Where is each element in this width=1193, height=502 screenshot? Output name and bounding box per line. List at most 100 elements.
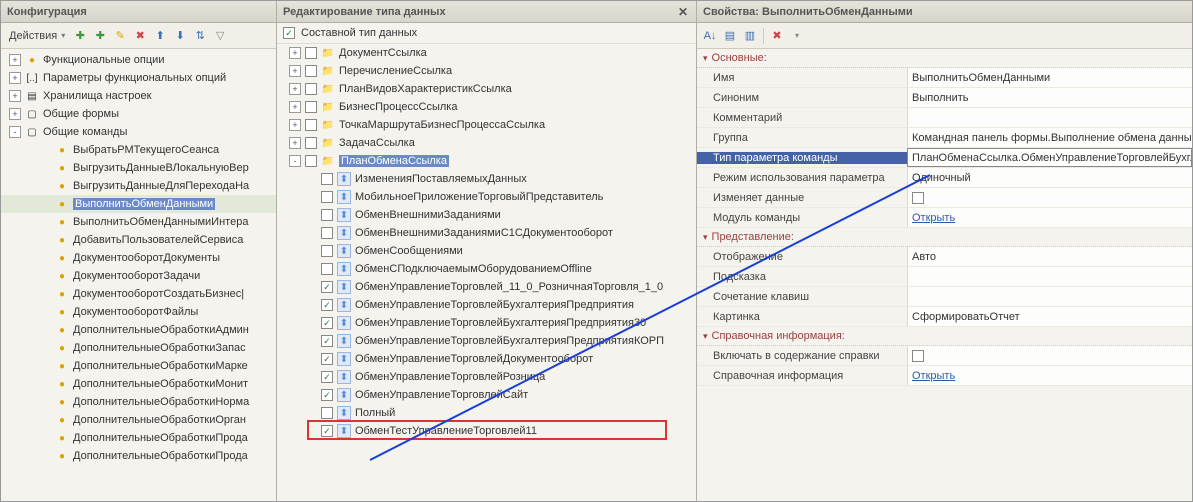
item-checkbox[interactable]: ✓ (321, 299, 333, 311)
expand-icon[interactable]: + (289, 137, 301, 149)
type-item[interactable]: ✓⬍ОбменУправлениеТорговлейБухгалтерияПре… (277, 296, 696, 314)
filter-icon[interactable]: ▽ (211, 27, 229, 45)
changes-data-checkbox[interactable] (912, 192, 924, 204)
tree-item[interactable]: ●ДополнительныеОбработкиПрода (1, 429, 276, 447)
tree-item[interactable]: ●ДополнительныеОбработкиОрган (1, 411, 276, 429)
module-open-link[interactable]: Открыть (912, 212, 955, 224)
tree-item[interactable]: -▢Общие команды (1, 123, 276, 141)
section-main[interactable]: Основные: (697, 49, 1192, 68)
prop-value-param-type[interactable]: ПланОбменаСсылка.ОбменУправлениеТорговле… (907, 148, 1192, 167)
prop-value-display[interactable]: Авто (907, 247, 1192, 266)
type-item[interactable]: ⬍ОбменВнешнимиЗаданиями (277, 206, 696, 224)
tree-item[interactable]: ●ДополнительныеОбработкиАдмин (1, 321, 276, 339)
tree-item[interactable]: +▢Общие формы (1, 105, 276, 123)
prop-value-name[interactable]: ВыполнитьОбменДанными (907, 68, 1192, 87)
tree-item[interactable]: ●ВыбратьРМТекущегоСеанса (1, 141, 276, 159)
item-checkbox[interactable] (321, 191, 333, 203)
tree-item[interactable]: ●ВыполнитьОбменДанными (1, 195, 276, 213)
prop-value-include-help[interactable] (907, 346, 1192, 365)
close-icon[interactable]: ✕ (676, 5, 690, 19)
prop-value-group[interactable]: Командная панель формы.Выполнение обмена… (907, 128, 1192, 147)
type-item[interactable]: ⬍ОбменСообщениями (277, 242, 696, 260)
type-folder[interactable]: +📁ПланВидовХарактеристикСсылка (277, 80, 696, 98)
type-item[interactable]: ⬍ОбменВнешнимиЗаданиямиС1СДокументооборо… (277, 224, 696, 242)
include-help-checkbox[interactable] (912, 350, 924, 362)
datatype-tree[interactable]: +📁ДокументСсылка+📁ПеречислениеСсылка+📁Пл… (277, 44, 696, 501)
add-child-icon[interactable]: ✚ (91, 27, 109, 45)
prop-value-picture[interactable]: СформироватьОтчет (907, 307, 1192, 326)
tree-item[interactable]: ●ДокументооборотФайлы (1, 303, 276, 321)
edit-icon[interactable]: ✎ (111, 27, 129, 45)
type-folder[interactable]: +📁ПеречислениеСсылка (277, 62, 696, 80)
tree-item[interactable]: ●ДополнительныеОбработкиМаркe (1, 357, 276, 375)
tree-item[interactable]: ●ДополнительныеОбработкиМонит (1, 375, 276, 393)
help-open-link[interactable]: Открыть (912, 370, 955, 382)
section-presentation[interactable]: Представление: (697, 228, 1192, 247)
tree-item[interactable]: ●ДокументооборотЗадачи (1, 267, 276, 285)
folder-checkbox[interactable] (305, 119, 317, 131)
tree-item[interactable]: ●ДополнительныеОбработкиПрода (1, 447, 276, 465)
item-checkbox[interactable] (321, 245, 333, 257)
prop-value-changes-data[interactable] (907, 188, 1192, 207)
down-icon[interactable]: ⬇ (171, 27, 189, 45)
collapse-icon[interactable]: - (9, 126, 21, 138)
folder-checkbox[interactable] (305, 65, 317, 77)
type-item[interactable]: ✓⬍ОбменУправлениеТорговлейСайт (277, 386, 696, 404)
collapse-icon[interactable]: - (289, 155, 301, 167)
config-tree[interactable]: +●Функциональные опции+[..]Параметры фун… (1, 49, 276, 501)
categorize-icon[interactable]: ▤ (721, 27, 739, 45)
expand-icon[interactable]: + (289, 119, 301, 131)
prop-value-usage[interactable]: Одиночный (907, 168, 1192, 187)
item-checkbox[interactable] (321, 263, 333, 275)
sort-az-icon[interactable]: A↓ (701, 27, 719, 45)
folder-checkbox[interactable] (305, 101, 317, 113)
tree-item[interactable]: ●ВыгрузитьДанныеВЛокальнуюВер (1, 159, 276, 177)
expand-icon[interactable]: + (289, 65, 301, 77)
item-checkbox[interactable] (321, 407, 333, 419)
section-reference[interactable]: Справочная информация: (697, 327, 1192, 346)
props-filter-icon[interactable]: ▥ (741, 27, 759, 45)
sort-icon[interactable]: ⇅ (191, 27, 209, 45)
type-item[interactable]: ⬍МобильноеПриложениеТорговыйПредставител… (277, 188, 696, 206)
prop-value-synonym[interactable]: Выполнить (907, 88, 1192, 107)
add-icon[interactable]: ✚ (71, 27, 89, 45)
tree-item[interactable]: ●ДобавитьПользователейСервиса (1, 231, 276, 249)
item-checkbox[interactable]: ✓ (321, 371, 333, 383)
actions-dropdown[interactable]: Действия ▾ (5, 28, 69, 44)
clear-icon[interactable]: ✖ (768, 27, 786, 45)
tree-item[interactable]: ●ДополнительныеОбработкиЗапас (1, 339, 276, 357)
expand-icon[interactable]: + (9, 90, 21, 102)
type-item[interactable]: ✓⬍ОбменТестУправлениеТорговлей11 (277, 422, 696, 440)
type-folder[interactable]: +📁БизнесПроцессСсылка (277, 98, 696, 116)
expand-icon[interactable]: + (289, 101, 301, 113)
type-item[interactable]: ✓⬍ОбменУправлениеТорговлейБухгалтерияПре… (277, 314, 696, 332)
expand-icon[interactable]: + (9, 72, 21, 84)
type-item[interactable]: ✓⬍ОбменУправлениеТорговлейБухгалтерияПре… (277, 332, 696, 350)
type-item[interactable]: ✓⬍ОбменУправлениеТорговлейДокументооборо… (277, 350, 696, 368)
expand-icon[interactable]: + (9, 54, 21, 66)
tree-item[interactable]: +[..]Параметры функциональных опций (1, 69, 276, 87)
folder-checkbox[interactable] (305, 137, 317, 149)
tree-item[interactable]: ●ВыполнитьОбменДаннымиИнтера (1, 213, 276, 231)
delete-icon[interactable]: ✖ (131, 27, 149, 45)
tree-item[interactable]: ●ДополнительныеОбработкиНорма (1, 393, 276, 411)
up-icon[interactable]: ⬆ (151, 27, 169, 45)
type-folder[interactable]: +📁ТочкаМаршрутаБизнесПроцессаСсылка (277, 116, 696, 134)
prop-value-hint[interactable] (907, 267, 1192, 286)
item-checkbox[interactable] (321, 209, 333, 221)
tree-item[interactable]: +●Функциональные опции (1, 51, 276, 69)
expand-icon[interactable]: ▾ (788, 27, 806, 45)
prop-value-comment[interactable] (907, 108, 1192, 127)
item-checkbox[interactable]: ✓ (321, 335, 333, 347)
type-item[interactable]: ⬍ОбменСПодключаемымОборудованиемOffline (277, 260, 696, 278)
item-checkbox[interactable]: ✓ (321, 281, 333, 293)
tree-item[interactable]: +▤Хранилища настроек (1, 87, 276, 105)
item-checkbox[interactable] (321, 173, 333, 185)
composite-type-checkbox[interactable]: ✓ (283, 27, 295, 39)
item-checkbox[interactable]: ✓ (321, 425, 333, 437)
folder-checkbox[interactable] (305, 47, 317, 59)
tree-item[interactable]: ●ДокументооборотДокументы (1, 249, 276, 267)
item-checkbox[interactable]: ✓ (321, 389, 333, 401)
type-folder[interactable]: -📁ПланОбменаСсылка (277, 152, 696, 170)
expand-icon[interactable]: + (289, 47, 301, 59)
